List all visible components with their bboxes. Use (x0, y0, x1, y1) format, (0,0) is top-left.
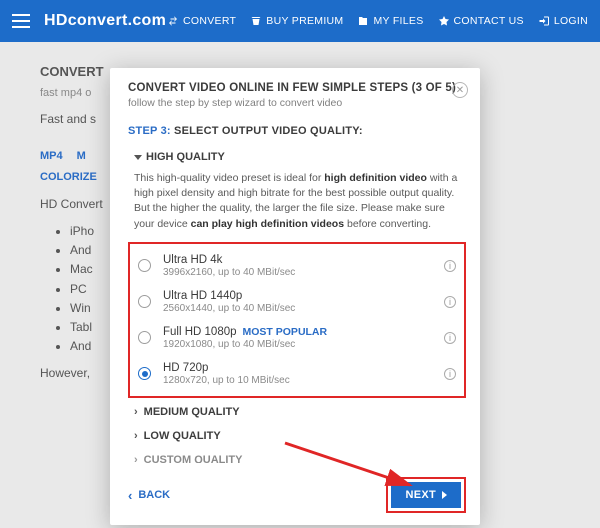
option-full-hd-1080p[interactable]: Full HD 1080pMOST POPULAR1920x1080, up t… (132, 320, 462, 356)
back-button[interactable]: ‹BACK (128, 488, 170, 503)
nav-login[interactable]: LOGIN (538, 15, 588, 27)
chevron-down-icon (134, 155, 142, 160)
chevron-left-icon: ‹ (128, 488, 132, 503)
option-hd-720p[interactable]: HD 720p1280x720, up to 10 MBit/sec i (132, 356, 462, 392)
wizard-modal: CONVERT VIDEO ONLINE IN FEW SIMPLE STEPS… (110, 68, 480, 525)
section-high-quality[interactable]: HIGH QUALITY (128, 143, 466, 167)
high-quality-description: This high-quality video preset is ideal … (128, 167, 466, 242)
radio-icon[interactable] (138, 331, 151, 344)
top-nav: CONVERT BUY PREMIUM MY FILES CONTACT US … (167, 15, 588, 27)
nav-my-files[interactable]: MY FILES (357, 15, 423, 27)
modal-scroll[interactable]: HIGH QUALITY This high-quality video pre… (110, 143, 480, 463)
radio-icon-selected[interactable] (138, 367, 151, 380)
brand-logo[interactable]: HDconvert.com (44, 12, 166, 30)
close-icon[interactable]: ✕ (452, 82, 468, 98)
option-ultra-hd-1440p[interactable]: Ultra HD 1440p2560x1440, up to 40 MBit/s… (132, 284, 462, 320)
app-header: HDconvert.com CONVERT BUY PREMIUM MY FIL… (0, 0, 600, 42)
chevron-right-icon: › (134, 454, 138, 463)
section-custom-quality[interactable]: ›CUSTOM QUALITY (128, 446, 466, 463)
nav-contact[interactable]: CONTACT US (438, 15, 524, 27)
modal-title: CONVERT VIDEO ONLINE IN FEW SIMPLE STEPS… (128, 82, 462, 94)
menu-icon[interactable] (12, 14, 30, 28)
chevron-right-icon (442, 491, 447, 499)
info-icon[interactable]: i (444, 296, 456, 308)
modal-subtitle: follow the step by step wizard to conver… (128, 97, 462, 109)
most-popular-badge: MOST POPULAR (243, 326, 328, 338)
quality-options-highlight: Ultra HD 4k3996x2160, up to 40 MBit/sec … (128, 242, 466, 398)
section-low-quality[interactable]: ›LOW QUALITY (128, 422, 466, 446)
tab-m[interactable]: M (77, 148, 86, 166)
option-ultra-hd-4k[interactable]: Ultra HD 4k3996x2160, up to 40 MBit/sec … (132, 248, 462, 284)
info-icon[interactable]: i (444, 368, 456, 380)
chevron-right-icon: › (134, 430, 138, 442)
radio-icon[interactable] (138, 295, 151, 308)
tab-colorize[interactable]: COLORIZE (40, 169, 97, 187)
radio-icon[interactable] (138, 259, 151, 272)
nav-convert[interactable]: CONVERT (167, 15, 236, 27)
section-medium-quality[interactable]: ›MEDIUM QUALITY (128, 398, 466, 422)
nav-buy-premium[interactable]: BUY PREMIUM (250, 15, 343, 27)
step-heading: STEP 3: SELECT OUTPUT VIDEO QUALITY: (110, 119, 480, 143)
info-icon[interactable]: i (444, 260, 456, 272)
next-button[interactable]: NEXT (391, 482, 461, 508)
next-button-highlight: NEXT (386, 477, 466, 513)
tab-mp4[interactable]: MP4 (40, 148, 63, 166)
info-icon[interactable]: i (444, 332, 456, 344)
chevron-right-icon: › (134, 406, 138, 418)
